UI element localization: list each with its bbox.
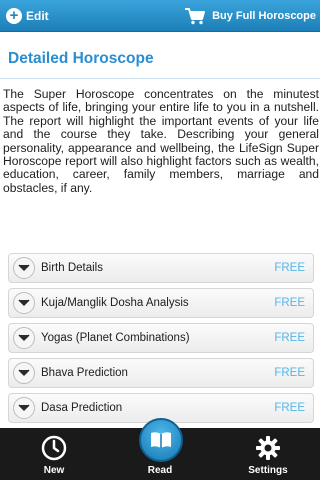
free-badge: FREE xyxy=(274,262,305,274)
title-divider xyxy=(0,78,320,79)
free-badge: FREE xyxy=(274,332,305,344)
list-item-yogas[interactable]: Yogas (Planet Combinations) FREE xyxy=(8,323,314,353)
list-item-label: Bhava Prediction xyxy=(41,367,128,379)
chevron-down-icon[interactable] xyxy=(13,397,35,419)
free-badge: FREE xyxy=(274,297,305,309)
nav-settings[interactable]: Settings xyxy=(228,428,308,480)
chevron-down-icon[interactable] xyxy=(13,362,35,384)
chevron-down-icon[interactable] xyxy=(13,292,35,314)
edit-label: Edit xyxy=(26,9,49,23)
nav-settings-label: Settings xyxy=(248,465,288,476)
plus-circle-icon: + xyxy=(6,8,22,24)
buy-label: Buy Full Horoscope xyxy=(212,10,316,22)
list-item-label: Dasa Prediction xyxy=(41,402,123,414)
read-button-circle[interactable] xyxy=(139,418,183,462)
gear-icon xyxy=(256,436,280,460)
content-area[interactable]: Detailed Horoscope The Super Horoscope c… xyxy=(0,32,320,428)
nav-read-label: Read xyxy=(147,465,173,476)
free-badge: FREE xyxy=(274,367,305,379)
chevron-down-icon[interactable] xyxy=(13,327,35,349)
page-title: Detailed Horoscope xyxy=(8,50,154,67)
edit-button[interactable]: + Edit xyxy=(6,6,49,26)
list-item-birth-details[interactable]: Birth Details FREE xyxy=(8,253,314,283)
cart-icon xyxy=(185,8,206,25)
top-bar: + Edit Buy Full Horoscope xyxy=(0,0,320,32)
book-icon xyxy=(151,432,171,448)
list-item-label: Birth Details xyxy=(41,262,103,274)
buy-full-horoscope-button[interactable]: Buy Full Horoscope xyxy=(184,4,316,28)
clock-icon xyxy=(41,435,67,461)
chevron-down-icon[interactable] xyxy=(13,257,35,279)
nav-new[interactable]: New xyxy=(14,428,94,480)
free-badge: FREE xyxy=(274,402,305,414)
list-item-kuja-manglik-dosha[interactable]: Kuja/Manglik Dosha Analysis FREE xyxy=(8,288,314,318)
nav-new-label: New xyxy=(43,465,65,476)
list-item-bhava-prediction[interactable]: Bhava Prediction FREE xyxy=(8,358,314,388)
list-item-label: Kuja/Manglik Dosha Analysis xyxy=(41,297,189,309)
horoscope-description: The Super Horoscope concentrates on the … xyxy=(3,87,319,195)
list-item-label: Yogas (Planet Combinations) xyxy=(41,332,190,344)
